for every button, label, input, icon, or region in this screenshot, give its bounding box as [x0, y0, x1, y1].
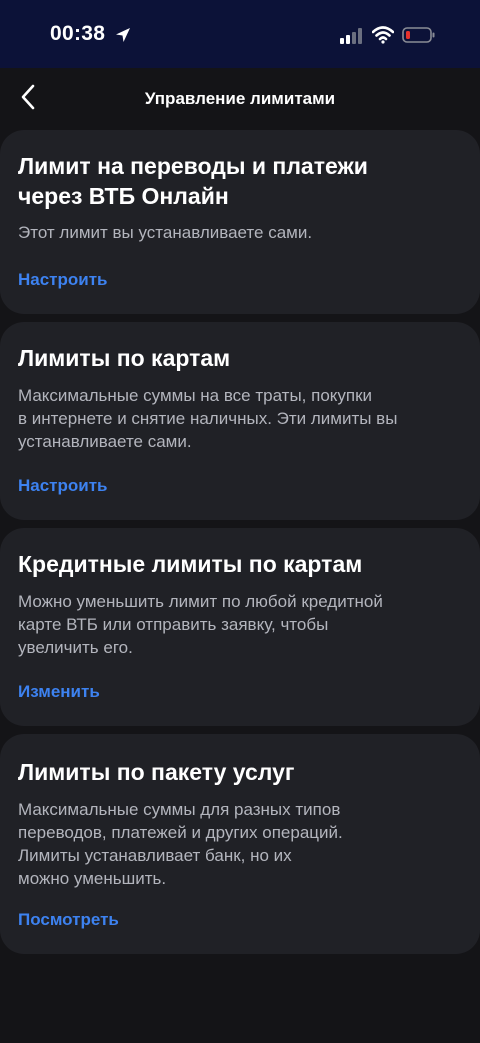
card-description: Максимальные суммы на все траты, покупки… [18, 386, 398, 451]
wifi-icon [371, 26, 395, 49]
card-title: Лимит на переводы и платежи через ВТБ Он… [18, 153, 368, 209]
page-title: Управление лимитами [144, 89, 336, 108]
battery-low-icon [402, 26, 436, 49]
status-bar: 00:38 [0, 0, 480, 68]
cellular-signal-icon [340, 28, 364, 49]
card-title: Кредитные лимиты по картам [18, 551, 363, 577]
service-package-limits-card: Лимиты по пакету услуг Максимальные сумм… [0, 734, 480, 954]
configure-transfer-limit-link[interactable]: Настроить [18, 270, 108, 290]
transfer-limit-card: Лимит на переводы и платежи через ВТБ Он… [0, 130, 480, 314]
card-description: Этот лимит вы устанавливаете сами. [18, 223, 313, 242]
configure-card-limits-link[interactable]: Настроить [18, 476, 108, 496]
nav-bar: Управление лимитами [0, 68, 480, 130]
card-description: Максимальные суммы для разных типов пере… [18, 800, 343, 888]
card-description: Можно уменьшить лимит по любой кредитной… [18, 592, 383, 657]
location-arrow-icon [114, 26, 132, 49]
status-time: 00:38 [50, 22, 106, 45]
credit-limits-card: Кредитные лимиты по картам Можно уменьши… [0, 528, 480, 726]
view-package-limits-link[interactable]: Посмотреть [18, 910, 119, 930]
card-title: Лимиты по пакету услуг [18, 759, 295, 785]
card-title: Лимиты по картам [18, 345, 231, 371]
change-credit-limit-link[interactable]: Изменить [18, 682, 100, 702]
card-limits-card: Лимиты по картам Максимальные суммы на в… [0, 322, 480, 520]
